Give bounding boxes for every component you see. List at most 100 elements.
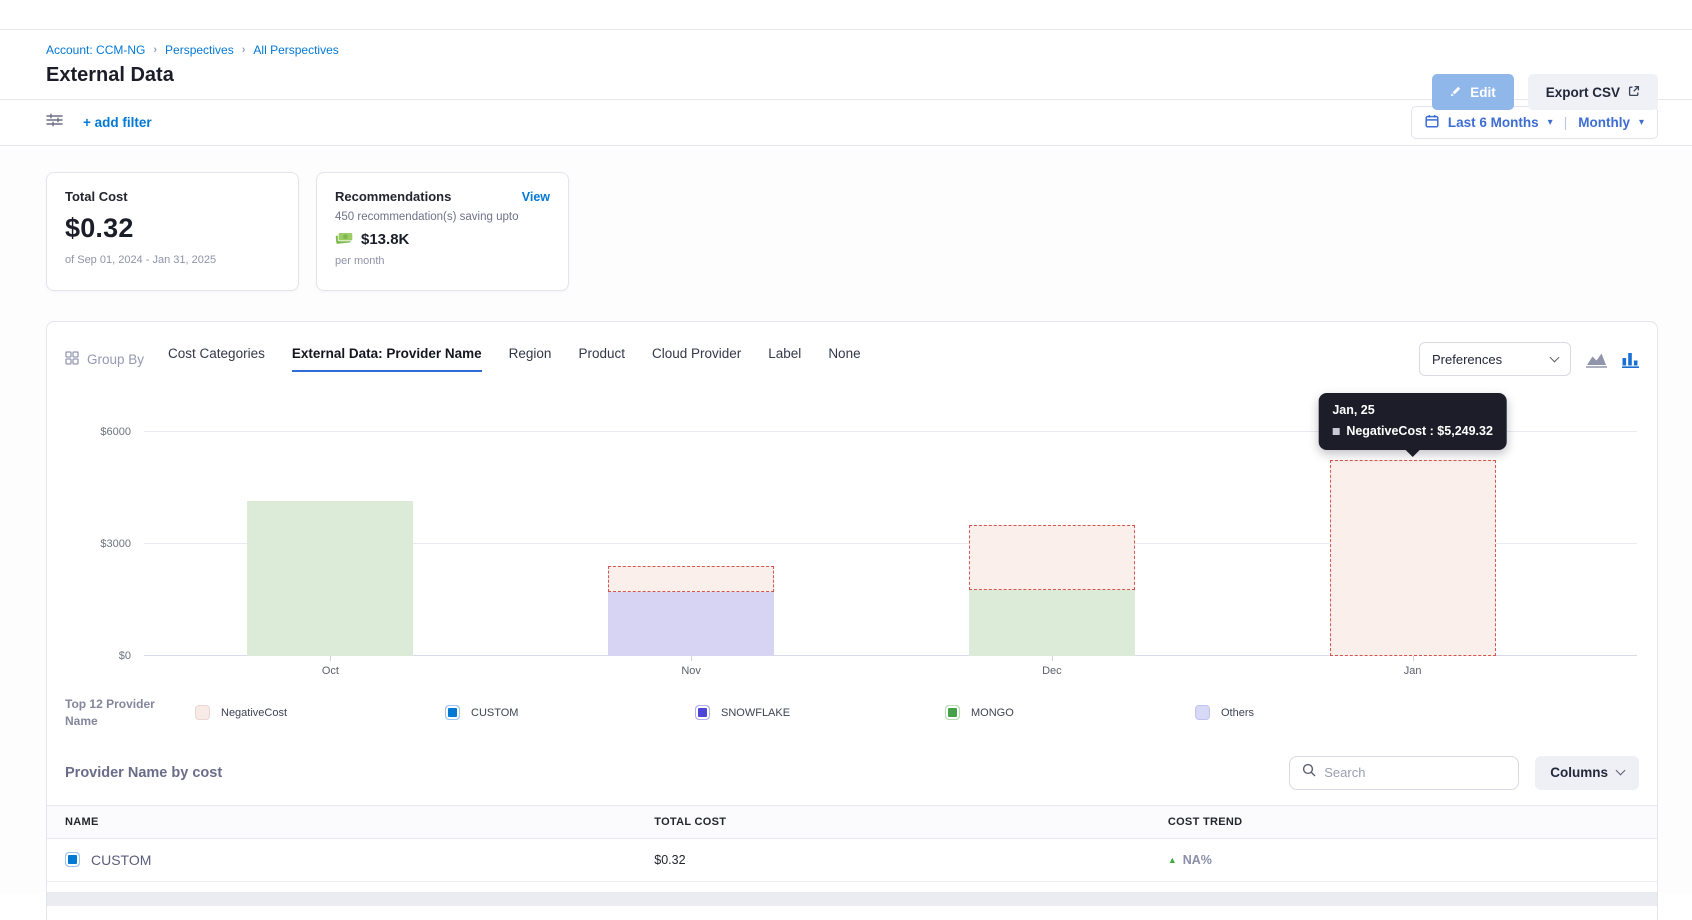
table-row[interactable]: CUSTOM$0.32▲NA% bbox=[47, 838, 1657, 881]
chart-column-jan: JanJan, 25NegativeCost : $5,249.32 bbox=[1232, 432, 1593, 656]
date-range-control[interactable]: Last 6 Months ▾ | Monthly ▾ bbox=[1411, 106, 1658, 139]
money-icon bbox=[335, 230, 354, 249]
legend-title: Top 12 Provider Name bbox=[65, 696, 185, 730]
columns-button-label: Columns bbox=[1550, 765, 1608, 780]
grid-icon bbox=[65, 351, 79, 368]
legend-item-label: SNOWFLAKE bbox=[721, 707, 790, 719]
summary-cards-row: Total Cost $0.32 of Sep 01, 2024 - Jan 3… bbox=[46, 172, 1658, 291]
chart-scale: $0$3000$6000OctNovDecJanJan, 25NegativeC… bbox=[144, 432, 1637, 656]
row-swatch-icon bbox=[65, 852, 80, 867]
legend-item-label: NegativeCost bbox=[221, 707, 287, 719]
external-link-icon bbox=[1628, 85, 1640, 100]
recommendations-view-link[interactable]: View bbox=[522, 190, 550, 204]
chart-controls: Preferences bbox=[1419, 342, 1639, 376]
page-header: Account: CCM-NG › Perspectives › All Per… bbox=[0, 30, 1692, 100]
column-header-total-cost[interactable]: TOTAL COST bbox=[636, 805, 1150, 838]
total-cost-card: Total Cost $0.32 of Sep 01, 2024 - Jan 3… bbox=[46, 172, 299, 291]
bar-nov[interactable] bbox=[608, 432, 774, 656]
legend-items: NegativeCost CUSTOM SNOWFLAKE MONGO Others bbox=[195, 705, 1639, 720]
table-head: NAMETOTAL COSTCOST TREND bbox=[47, 805, 1657, 838]
tab-external-data-provider-name[interactable]: External Data: Provider Name bbox=[292, 346, 482, 372]
chart-tooltip: Jan, 25 NegativeCost : $5,249.32 bbox=[1318, 393, 1507, 450]
column-header-name[interactable]: NAME bbox=[47, 805, 636, 838]
legend-item-label: Others bbox=[1221, 707, 1254, 719]
recommendations-subtitle: 450 recommendation(s) saving upto bbox=[335, 211, 550, 223]
legend-swatch-icon bbox=[945, 705, 960, 720]
bar-oct[interactable] bbox=[247, 432, 413, 656]
add-filter-button[interactable]: + add filter bbox=[83, 115, 152, 130]
area-chart-icon[interactable] bbox=[1586, 351, 1607, 368]
filter-left: + add filter bbox=[46, 113, 152, 132]
breadcrumb-perspectives[interactable]: Perspectives bbox=[165, 43, 234, 57]
row-name-label: CUSTOM bbox=[91, 852, 151, 868]
columns-button[interactable]: Columns bbox=[1535, 756, 1639, 790]
table-search[interactable] bbox=[1289, 756, 1519, 790]
date-range-label: Last 6 Months bbox=[1448, 115, 1539, 130]
next-row-partial bbox=[47, 892, 1657, 906]
tab-cloud-provider[interactable]: Cloud Provider bbox=[652, 346, 741, 372]
chart-columns: OctNovDecJanJan, 25NegativeCost : $5,249… bbox=[150, 432, 1593, 656]
total-cost-value: $0.32 bbox=[65, 213, 280, 244]
bar-segment-negativecost[interactable] bbox=[1330, 460, 1496, 656]
tab-region[interactable]: Region bbox=[509, 346, 552, 372]
tooltip-title: Jan, 25 bbox=[1332, 403, 1493, 417]
bar-jan[interactable] bbox=[1330, 432, 1496, 656]
table-title: Provider Name by cost bbox=[65, 765, 1289, 781]
bar-segment-mongo[interactable] bbox=[969, 590, 1135, 656]
tab-cost-categories[interactable]: Cost Categories bbox=[168, 346, 265, 372]
legend-item-mongo[interactable]: MONGO bbox=[945, 705, 1195, 720]
table-toolbar: Provider Name by cost Columns bbox=[65, 756, 1639, 790]
trend-value: NA% bbox=[1183, 853, 1212, 867]
bar-segment-negativecost[interactable] bbox=[608, 566, 774, 592]
row-cost-trend: ▲NA% bbox=[1168, 853, 1639, 867]
preferences-label: Preferences bbox=[1432, 352, 1502, 367]
export-csv-button[interactable]: Export CSV bbox=[1528, 74, 1658, 110]
column-header-cost-trend[interactable]: COST TREND bbox=[1150, 805, 1657, 838]
calendar-icon bbox=[1425, 114, 1439, 131]
search-input[interactable] bbox=[1324, 765, 1506, 780]
granularity-label: Monthly bbox=[1578, 115, 1630, 130]
legend-swatch-icon bbox=[695, 705, 710, 720]
bar-segment-negativecost[interactable] bbox=[969, 525, 1135, 590]
total-cost-label: Total Cost bbox=[65, 189, 280, 204]
breadcrumb-account[interactable]: Account: CCM-NG bbox=[46, 43, 145, 57]
tab-none[interactable]: None bbox=[828, 346, 860, 372]
y-axis-tick: $3000 bbox=[100, 538, 131, 550]
perspective-panel: Group By Cost CategoriesExternal Data: P… bbox=[46, 321, 1658, 920]
legend-item-others[interactable]: Others bbox=[1195, 705, 1445, 720]
legend-item-negativecost[interactable]: NegativeCost bbox=[195, 705, 445, 720]
tooltip-line: NegativeCost : $5,249.32 bbox=[1332, 424, 1493, 438]
table-body: CUSTOM$0.32▲NA% bbox=[47, 838, 1657, 881]
window-top-rule bbox=[0, 0, 1692, 30]
recommendations-card: Recommendations View 450 recommendation(… bbox=[316, 172, 569, 291]
legend-swatch-icon bbox=[1195, 705, 1210, 720]
tooltip-value: NegativeCost : $5,249.32 bbox=[1346, 424, 1493, 438]
edit-button[interactable]: Edit bbox=[1432, 74, 1514, 110]
tab-label[interactable]: Label bbox=[768, 346, 801, 372]
breadcrumb: Account: CCM-NG › Perspectives › All Per… bbox=[46, 43, 1658, 57]
export-csv-label: Export CSV bbox=[1546, 85, 1620, 100]
provider-cost-table: NAMETOTAL COSTCOST TREND CUSTOM$0.32▲NA% bbox=[47, 805, 1657, 882]
filter-sliders-icon[interactable] bbox=[46, 113, 63, 132]
breadcrumb-separator-icon: › bbox=[242, 44, 246, 56]
group-by-row: Group By Cost CategoriesExternal Data: P… bbox=[47, 322, 1657, 384]
bar-segment-mongo[interactable] bbox=[247, 501, 413, 656]
legend-item-custom[interactable]: CUSTOM bbox=[445, 705, 695, 720]
bar-dec[interactable] bbox=[969, 432, 1135, 656]
bar-segment-others[interactable] bbox=[608, 592, 774, 656]
tab-product[interactable]: Product bbox=[578, 346, 625, 372]
total-cost-period: of Sep 01, 2024 - Jan 31, 2025 bbox=[65, 254, 280, 266]
page-title: External Data bbox=[46, 64, 1658, 87]
divider: | bbox=[1564, 115, 1568, 130]
chart-column-nov: Nov bbox=[511, 432, 872, 656]
bar-chart-icon[interactable] bbox=[1622, 351, 1639, 368]
preferences-dropdown[interactable]: Preferences bbox=[1419, 342, 1571, 376]
legend-item-snowflake[interactable]: SNOWFLAKE bbox=[695, 705, 945, 720]
row-name: CUSTOM bbox=[65, 852, 618, 868]
breadcrumb-all-perspectives[interactable]: All Perspectives bbox=[253, 43, 338, 57]
legend-item-label: CUSTOM bbox=[471, 707, 518, 719]
search-icon bbox=[1302, 763, 1316, 782]
pencil-icon bbox=[1450, 85, 1462, 100]
legend-swatch-icon bbox=[195, 705, 210, 720]
recommendations-label: Recommendations bbox=[335, 189, 451, 204]
